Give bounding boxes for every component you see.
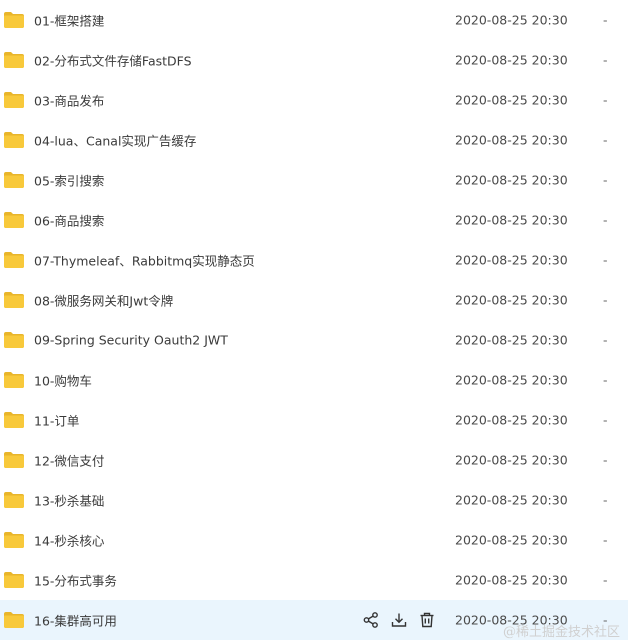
file-size: - [603, 292, 608, 308]
file-row[interactable]: 11-订单 2020-08-25 20:30 - [0, 400, 628, 440]
file-size: - [603, 12, 608, 28]
folder-icon [3, 491, 25, 509]
file-size: - [603, 212, 608, 228]
folder-icon [3, 251, 25, 269]
file-size: - [603, 372, 608, 388]
file-size: - [603, 52, 608, 68]
file-size: - [603, 492, 608, 508]
file-modified-date: 2020-08-25 20:30 [455, 412, 568, 428]
file-size: - [603, 172, 608, 188]
file-row[interactable]: 01-框架搭建 2020-08-25 20:30 - [0, 0, 628, 40]
file-size: - [603, 412, 608, 428]
file-row[interactable]: 15-分布式事务 2020-08-25 20:30 - [0, 560, 628, 600]
file-list: 01-框架搭建 2020-08-25 20:30-02-分布式文件存储FastDF… [0, 0, 628, 644]
file-name[interactable]: 10-购物车 [34, 371, 92, 390]
file-modified-date: 2020-08-25 20:30 [455, 492, 568, 508]
file-row[interactable]: 05-索引搜索 2020-08-25 20:30 - [0, 160, 628, 200]
file-row[interactable]: 10-购物车 2020-08-25 20:30 - [0, 360, 628, 400]
folder-icon [3, 91, 25, 109]
file-name[interactable]: 15-分布式事务 [34, 571, 117, 590]
folder-icon [3, 571, 25, 589]
file-name[interactable]: 01-框架搭建 [34, 11, 104, 30]
file-name[interactable]: 02-分布式文件存储FastDFS [34, 51, 192, 70]
file-name[interactable]: 08-微服务网关和Jwt令牌 [34, 291, 173, 310]
file-modified-date: 2020-08-25 20:30 [455, 452, 568, 468]
folder-icon [3, 531, 25, 549]
file-row[interactable]: 07-Thymeleaf、Rabbitmq实现静态页 2020-08-25 20:… [0, 240, 628, 280]
file-modified-date: 2020-08-25 20:30 [455, 212, 568, 228]
file-modified-date: 2020-08-25 20:30 [455, 332, 568, 348]
download-icon[interactable] [390, 611, 408, 629]
watermark: @稀土掘金技术社区 [502, 625, 620, 640]
file-size: - [603, 332, 608, 348]
file-name[interactable]: 13-秒杀基础 [34, 491, 104, 510]
folder-icon [3, 411, 25, 429]
file-size: - [603, 452, 608, 468]
folder-icon [3, 211, 25, 229]
delete-icon[interactable] [418, 611, 436, 629]
file-row[interactable]: 08-微服务网关和Jwt令牌 2020-08-25 20:30 - [0, 280, 628, 320]
file-name[interactable]: 04-lua、Canal实现广告缓存 [34, 131, 196, 150]
share-icon[interactable] [362, 611, 380, 629]
folder-icon [3, 331, 25, 349]
file-row[interactable]: 09-Spring Security Oauth2 JWT 2020-08-25 … [0, 320, 628, 360]
file-modified-date: 2020-08-25 20:30 [455, 12, 568, 28]
file-modified-date: 2020-08-25 20:30 [455, 252, 568, 268]
file-modified-date: 2020-08-25 20:30 [455, 532, 568, 548]
file-modified-date: 2020-08-25 20:30 [455, 172, 568, 188]
folder-icon [3, 371, 25, 389]
file-row[interactable]: 12-微信支付 2020-08-25 20:30 - [0, 440, 628, 480]
file-row[interactable]: 04-lua、Canal实现广告缓存 2020-08-25 20:30 - [0, 120, 628, 160]
file-modified-date: 2020-08-25 20:30 [455, 372, 568, 388]
file-name[interactable]: 11-订单 [34, 411, 79, 430]
file-row[interactable]: 02-分布式文件存储FastDFS 2020-08-25 20:30 - [0, 40, 628, 80]
file-size: - [603, 92, 608, 108]
file-name[interactable]: 14-秒杀核心 [34, 531, 104, 550]
file-modified-date: 2020-08-25 20:30 [455, 292, 568, 308]
file-name[interactable]: 05-索引搜索 [34, 171, 104, 190]
file-name[interactable]: 06-商品搜索 [34, 211, 104, 230]
folder-icon [3, 171, 25, 189]
file-name[interactable]: 16-集群高可用 [34, 611, 117, 630]
file-modified-date: 2020-08-25 20:30 [455, 52, 568, 68]
folder-icon [3, 11, 25, 29]
folder-icon [3, 451, 25, 469]
file-modified-date: 2020-08-25 20:30 [455, 132, 568, 148]
file-name[interactable]: 09-Spring Security Oauth2 JWT [34, 333, 228, 348]
file-size: - [603, 532, 608, 548]
folder-icon [3, 131, 25, 149]
file-modified-date: 2020-08-25 20:30 [455, 92, 568, 108]
file-name[interactable]: 12-微信支付 [34, 451, 104, 470]
file-size: - [603, 132, 608, 148]
file-size: - [603, 572, 608, 588]
file-modified-date: 2020-08-25 20:30 [455, 572, 568, 588]
file-row[interactable]: 14-秒杀核心 2020-08-25 20:30 - [0, 520, 628, 560]
file-size: - [603, 252, 608, 268]
folder-icon [3, 51, 25, 69]
file-row[interactable]: 13-秒杀基础 2020-08-25 20:30 - [0, 480, 628, 520]
folder-icon [3, 291, 25, 309]
folder-icon [3, 611, 25, 629]
file-row[interactable]: 03-商品发布 2020-08-25 20:30 - [0, 80, 628, 120]
file-name[interactable]: 07-Thymeleaf、Rabbitmq实现静态页 [34, 251, 255, 270]
row-actions [362, 611, 436, 629]
file-name[interactable]: 03-商品发布 [34, 91, 104, 110]
file-row[interactable]: 06-商品搜索 2020-08-25 20:30 - [0, 200, 628, 240]
